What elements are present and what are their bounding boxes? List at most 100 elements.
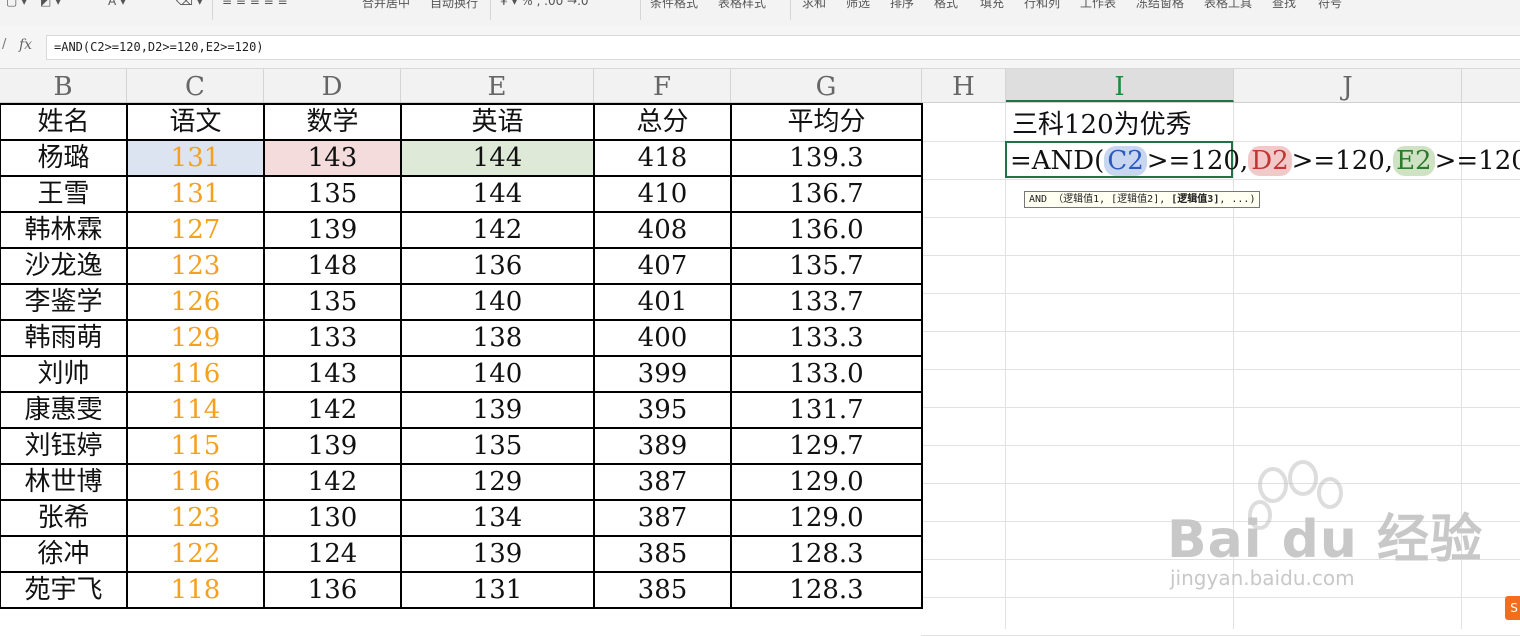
- table-cell[interactable]: 136: [263, 571, 402, 609]
- table-cell[interactable]: 126: [126, 283, 265, 321]
- in-cell-formula[interactable]: =AND(C2>=120,D2>=120,E2>=120): [1010, 143, 1520, 179]
- table-cell[interactable]: 410: [593, 175, 732, 213]
- table-cell[interactable]: 133: [263, 319, 402, 357]
- table-cell[interactable]: 129.0: [730, 499, 923, 537]
- function-tooltip[interactable]: AND （逻辑值1, [逻辑值2], [逻辑值3], ...): [1024, 191, 1261, 208]
- ribbon-freeze[interactable]: 冻结窗格: [1136, 0, 1184, 11]
- column-header-g[interactable]: G: [731, 69, 922, 102]
- table-cell[interactable]: 139: [400, 535, 595, 573]
- table-cell[interactable]: 389: [593, 427, 732, 465]
- table-cell[interactable]: 408: [593, 211, 732, 249]
- table-cell[interactable]: 131.7: [730, 391, 923, 429]
- table-cell[interactable]: 刘帅: [0, 355, 128, 393]
- align-icons[interactable]: ≡ ≡ ≡ ≡ ≡: [222, 0, 288, 8]
- table-cell[interactable]: 144: [400, 175, 595, 213]
- table-cell[interactable]: 康惠雯: [0, 391, 128, 429]
- table-cell[interactable]: 385: [593, 571, 732, 609]
- table-cell[interactable]: 129: [400, 463, 595, 501]
- table-header-cell[interactable]: 总分: [593, 103, 732, 141]
- table-cell[interactable]: 142: [263, 463, 402, 501]
- table-cell[interactable]: 131: [126, 175, 265, 213]
- table-cell[interactable]: 143: [263, 355, 402, 393]
- clear-format-icon[interactable]: ⌫ ▾: [176, 0, 203, 8]
- table-cell[interactable]: 129.7: [730, 427, 923, 465]
- table-cell[interactable]: 401: [593, 283, 732, 321]
- table-cell[interactable]: 387: [593, 463, 732, 501]
- ribbon-find[interactable]: 查找: [1272, 0, 1296, 11]
- table-cell[interactable]: 139.3: [730, 139, 923, 177]
- table-cell[interactable]: 387: [593, 499, 732, 537]
- table-cell[interactable]: 143: [263, 139, 402, 177]
- table-cell[interactable]: 135: [263, 283, 402, 321]
- ribbon-merge-center[interactable]: 合并居中: [362, 0, 410, 11]
- table-cell[interactable]: 徐冲: [0, 535, 128, 573]
- table-cell[interactable]: 131: [400, 571, 595, 609]
- ribbon-filter[interactable]: 筛选: [846, 0, 870, 11]
- table-cell[interactable]: 144: [400, 139, 595, 177]
- formula-input[interactable]: =AND(C2>=120,D2>=120,E2>=120): [46, 35, 1520, 60]
- table-header-cell[interactable]: 语文: [126, 103, 265, 141]
- table-cell[interactable]: 苑宇飞: [0, 571, 128, 609]
- table-cell[interactable]: 116: [126, 355, 265, 393]
- table-cell[interactable]: 134: [400, 499, 595, 537]
- number-format-icon[interactable]: ¥ ▾ % ‚ .00 →.0: [500, 0, 589, 8]
- table-cell[interactable]: 139: [400, 391, 595, 429]
- table-cell[interactable]: 138: [400, 319, 595, 357]
- table-cell[interactable]: 129.0: [730, 463, 923, 501]
- table-cell[interactable]: 139: [263, 211, 402, 249]
- table-cell[interactable]: 407: [593, 247, 732, 285]
- table-cell[interactable]: 136.0: [730, 211, 923, 249]
- table-header-cell[interactable]: 数学: [263, 103, 402, 141]
- table-cell[interactable]: 129: [126, 319, 265, 357]
- ribbon-conditional-format[interactable]: 条件格式: [650, 0, 698, 11]
- table-cell[interactable]: 116: [126, 463, 265, 501]
- table-cell[interactable]: 130: [263, 499, 402, 537]
- ribbon-symbol[interactable]: 符号: [1318, 0, 1342, 11]
- table-cell[interactable]: 张希: [0, 499, 128, 537]
- ribbon-fill[interactable]: 填充: [980, 0, 1004, 11]
- table-cell[interactable]: 杨璐: [0, 139, 128, 177]
- table-cell[interactable]: 135: [400, 427, 595, 465]
- cell-i1-title[interactable]: 三科120为优秀: [1006, 104, 1240, 141]
- table-cell[interactable]: 王雪: [0, 175, 128, 213]
- table-header-cell[interactable]: 平均分: [730, 103, 923, 141]
- table-cell[interactable]: 123: [126, 499, 265, 537]
- table-cell[interactable]: 133.7: [730, 283, 923, 321]
- table-cell[interactable]: 136.7: [730, 175, 923, 213]
- table-cell[interactable]: 140: [400, 283, 595, 321]
- ribbon-table-tools[interactable]: 表格工具: [1204, 0, 1252, 11]
- table-cell[interactable]: 114: [126, 391, 265, 429]
- column-header-f[interactable]: F: [594, 69, 731, 102]
- ribbon-wrap-text[interactable]: 自动换行: [430, 0, 478, 11]
- table-cell[interactable]: 韩林霖: [0, 211, 128, 249]
- font-color-icon[interactable]: A ▾: [108, 0, 126, 8]
- column-header-e[interactable]: E: [401, 69, 594, 102]
- table-cell[interactable]: 122: [126, 535, 265, 573]
- fill-color-icon[interactable]: ◩ ▾: [40, 0, 61, 8]
- column-header-c[interactable]: C: [127, 69, 264, 102]
- column-header-i[interactable]: I: [1006, 69, 1234, 102]
- column-header-d[interactable]: D: [264, 69, 401, 102]
- table-cell[interactable]: 127: [126, 211, 265, 249]
- ribbon-sum[interactable]: 求和: [802, 0, 826, 11]
- table-cell[interactable]: 140: [400, 355, 595, 393]
- column-header-j[interactable]: J: [1234, 69, 1462, 102]
- table-cell[interactable]: 385: [593, 535, 732, 573]
- table-header-cell[interactable]: 英语: [400, 103, 595, 141]
- column-header-b[interactable]: B: [0, 69, 127, 102]
- table-cell[interactable]: 林世博: [0, 463, 128, 501]
- ribbon-format[interactable]: 格式: [934, 0, 958, 11]
- table-cell[interactable]: 131: [126, 139, 265, 177]
- table-cell[interactable]: 李鉴学: [0, 283, 128, 321]
- table-cell[interactable]: 395: [593, 391, 732, 429]
- table-cell[interactable]: 沙龙逸: [0, 247, 128, 285]
- table-cell[interactable]: 139: [263, 427, 402, 465]
- table-cell[interactable]: 136: [400, 247, 595, 285]
- borders-icon[interactable]: ▢ ▾: [6, 0, 27, 8]
- table-cell[interactable]: 418: [593, 139, 732, 177]
- table-cell[interactable]: 400: [593, 319, 732, 357]
- ribbon-rows-cols[interactable]: 行和列: [1024, 0, 1060, 11]
- table-cell[interactable]: 124: [263, 535, 402, 573]
- table-header-cell[interactable]: 姓名: [0, 103, 128, 141]
- table-cell[interactable]: 135: [263, 175, 402, 213]
